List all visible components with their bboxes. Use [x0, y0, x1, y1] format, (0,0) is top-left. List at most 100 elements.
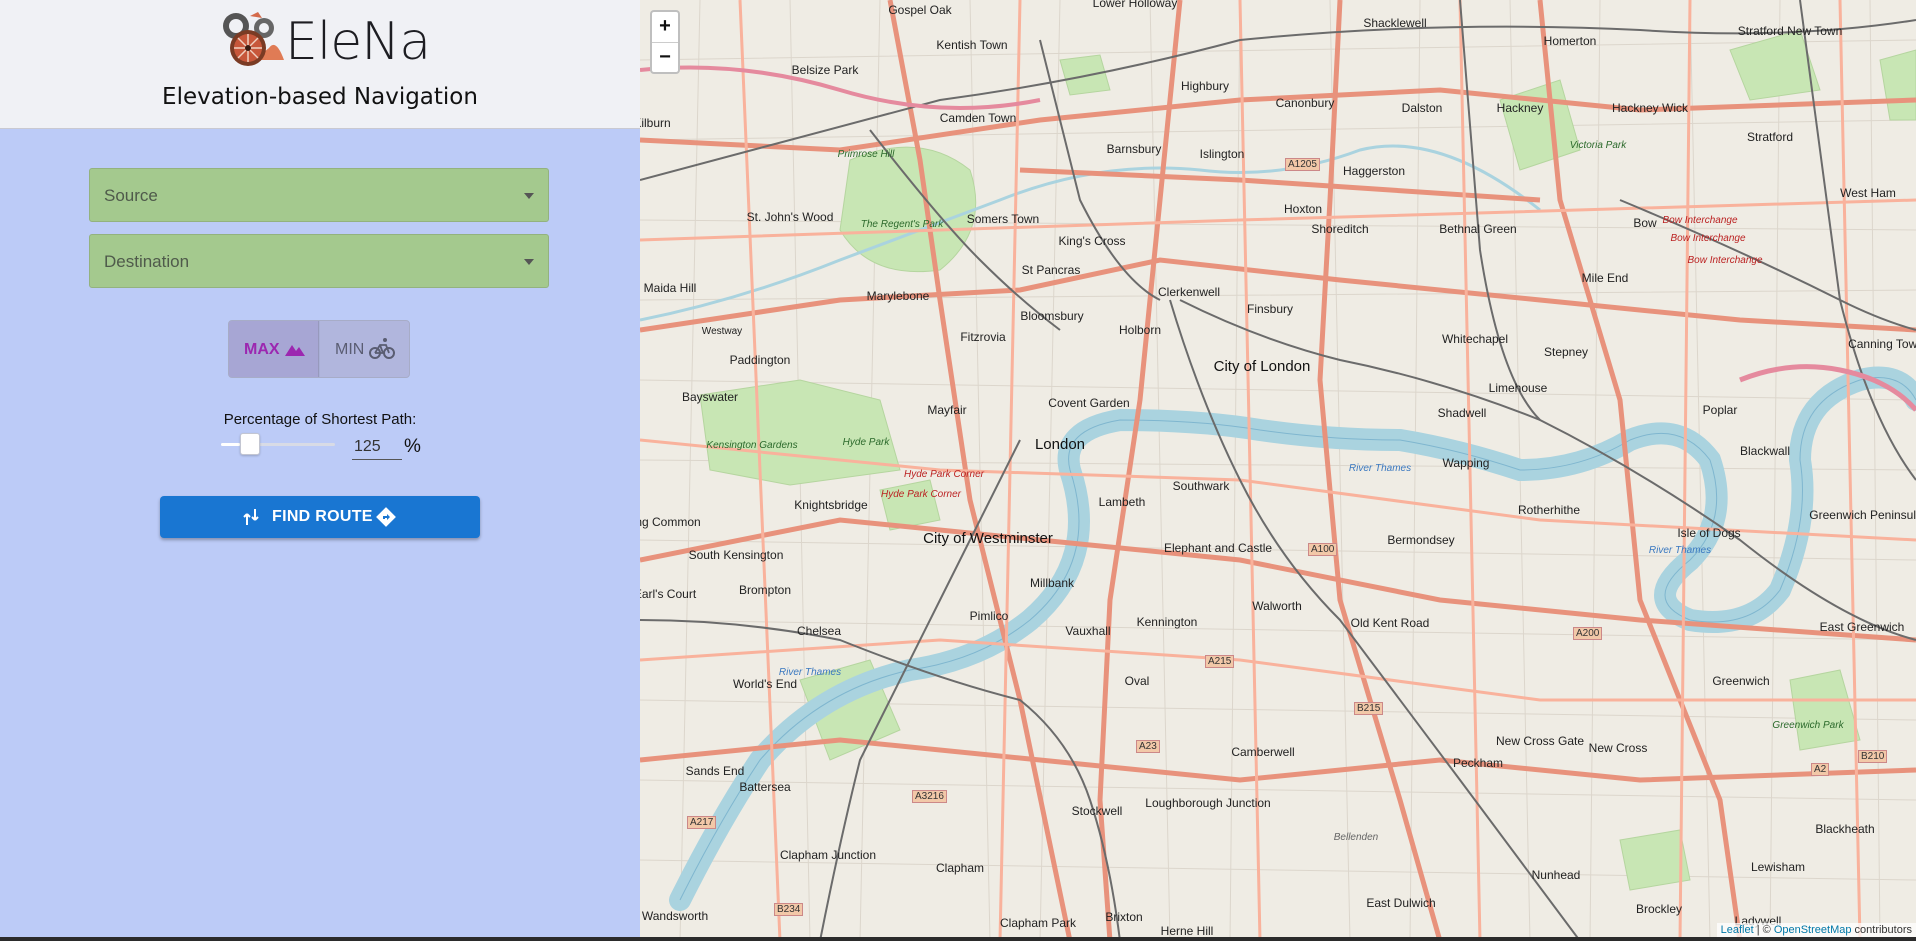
app-brand-title: EleNa — [285, 12, 431, 72]
road-shield: B234 — [774, 903, 804, 916]
map-label: Loughborough Junction — [1145, 796, 1271, 810]
percentage-slider-fill — [221, 443, 240, 446]
map-label: Poplar — [1702, 403, 1738, 417]
map-label: Clerkenwell — [1157, 285, 1221, 299]
map-label: Lambeth — [1098, 495, 1146, 509]
map-label: Islington — [1199, 147, 1245, 161]
map-label: Battersea — [739, 780, 791, 794]
map-label: South Kensington — [688, 548, 784, 562]
map-label: Knightsbridge — [794, 498, 868, 512]
map-label: Walworth — [1252, 599, 1302, 613]
percentage-input[interactable] — [352, 434, 402, 460]
map-label: Elephant and Castle — [1163, 541, 1273, 555]
map-label: Homerton — [1543, 34, 1597, 48]
map-label: Bow — [1633, 216, 1657, 230]
road-shield: A23 — [1136, 740, 1160, 753]
map-label: Greenwich Peninsula — [1809, 508, 1916, 522]
app-subtitle: Elevation-based Navigation — [162, 84, 478, 110]
zoom-out-button[interactable]: − — [652, 43, 678, 73]
map-label: Rotherhithe — [1517, 503, 1581, 517]
fork-route-icon — [243, 509, 259, 525]
road-shield: B210 — [1858, 750, 1888, 763]
map-label: Shadwell — [1437, 406, 1487, 420]
map-label: Old Kent Road — [1350, 616, 1430, 630]
bicycle-icon — [369, 338, 395, 359]
map-attribution: Leaflet | © OpenStreetMap contributors — [1716, 923, 1916, 937]
map-label: Wapping — [1442, 456, 1490, 470]
map-label: Westway — [701, 326, 743, 337]
destination-placeholder: Destination — [104, 252, 190, 271]
map-label: Millbank — [1029, 576, 1075, 590]
bicycle-gears-logo-icon — [223, 12, 284, 66]
road-shield: A3216 — [912, 790, 947, 803]
map-label: Holborn — [1118, 323, 1162, 337]
map-label: Bayswater — [681, 390, 739, 404]
map-view[interactable]: Gospel Oak Lower Holloway Shacklewell St… — [640, 0, 1916, 941]
map-label: Dalston — [1401, 101, 1443, 115]
map-label: Blackwall — [1739, 444, 1791, 458]
map-label: Greenwich — [1712, 674, 1770, 688]
map-label: Stratford — [1746, 130, 1794, 144]
min-label: MIN — [335, 341, 365, 358]
road-shield: A217 — [687, 816, 717, 829]
map-label: East Dulwich — [1366, 896, 1436, 910]
sidebar-panel: EleNa Elevation-based Navigation Source … — [0, 0, 640, 941]
map-zoom-control: + − — [650, 10, 680, 74]
destination-select[interactable]: Destination — [89, 234, 549, 288]
min-elevation-button[interactable]: MIN — [320, 321, 409, 377]
leaflet-link[interactable]: Leaflet — [1721, 924, 1754, 936]
percentage-slider-thumb[interactable] — [239, 433, 260, 455]
map-label: Camberwell — [1231, 745, 1295, 759]
map-label: Herne Hill — [1160, 924, 1214, 938]
map-label: Shacklewell — [1363, 16, 1427, 30]
map-label: City of London — [1213, 358, 1311, 375]
map-label: Vauxhall — [1065, 624, 1111, 638]
map-label: Hyde Park Corner — [903, 469, 985, 480]
map-label: Limehouse — [1488, 381, 1548, 395]
map-label: Ealing Common — [640, 515, 701, 529]
map-label: Brockley — [1635, 902, 1683, 916]
map-label: Blackheath — [1815, 822, 1875, 836]
source-select[interactable]: Source — [89, 168, 549, 222]
road-shield: A1205 — [1285, 158, 1320, 171]
map-label: Brixton — [1105, 910, 1143, 924]
map-label: Bow Interchange — [1662, 215, 1738, 226]
map-label: Clapham Park — [999, 916, 1077, 930]
find-route-button[interactable]: FIND ROUTE — [160, 496, 480, 538]
map-label: Hackney — [1496, 101, 1544, 115]
percentage-label: Percentage of Shortest Path: — [223, 411, 417, 428]
map-label: Barnsbury — [1106, 142, 1162, 156]
map-label: St. John's Wood — [746, 210, 834, 224]
chevron-down-icon — [524, 193, 534, 199]
map-label: Stockwell — [1071, 804, 1123, 818]
map-label: Paddington — [729, 353, 791, 367]
elevation-toggle-group: MAX MIN — [228, 320, 410, 378]
bottom-edge-bar — [0, 937, 1916, 941]
map-label: Victoria Park — [1569, 140, 1627, 151]
map-label: River Thames — [1348, 463, 1412, 474]
map-label: Isle of Dogs — [1677, 526, 1741, 540]
osm-link[interactable]: OpenStreetMap — [1774, 924, 1852, 936]
map-label: Hyde Park — [842, 437, 890, 448]
max-elevation-button[interactable]: MAX — [229, 321, 319, 377]
map-label: St Pancras — [1021, 263, 1081, 277]
map-label: London — [1034, 436, 1086, 453]
map-label: Gospel Oak — [888, 3, 952, 17]
zoom-in-button[interactable]: + — [652, 12, 678, 43]
map-label: Oval — [1124, 674, 1150, 688]
map-label: Kilburn — [640, 116, 671, 130]
map-label: Southwark — [1172, 479, 1230, 493]
chevron-down-icon — [524, 259, 534, 265]
map-label: Shoreditch — [1311, 222, 1369, 236]
map-label: Greenwich Park — [1772, 720, 1844, 731]
map-label: Kensington Gardens — [706, 440, 798, 451]
map-label: Bow Interchange — [1670, 233, 1746, 244]
app-header: EleNa Elevation-based Navigation — [0, 0, 640, 129]
attribution-suffix: contributors — [1851, 924, 1912, 936]
map-label: Canning Town — [1848, 337, 1916, 351]
map-label: Primrose Hill — [837, 149, 895, 160]
map-label: Hyde Park Corner — [880, 489, 962, 500]
map-label: Kennington — [1136, 615, 1198, 629]
map-label: Canonbury — [1275, 96, 1335, 110]
map-label: Mile End — [1581, 271, 1629, 285]
